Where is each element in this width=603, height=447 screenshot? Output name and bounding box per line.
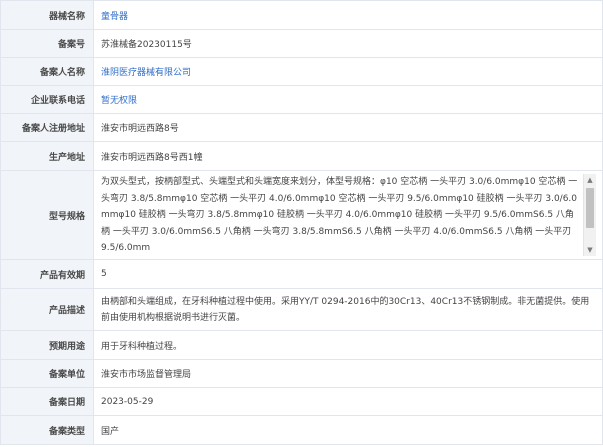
row-label: 型号规格 (0, 170, 94, 260)
row-value-cell: 由柄部和头端组成，在牙科种植过程中使用。采用YY/T 0294-2016中的30… (93, 288, 603, 331)
row-label: 备案人注册地址 (0, 113, 94, 142)
row-value-cell: 淮阴医疗器械有限公司 (93, 57, 603, 86)
row-value-cell: 国产 (93, 415, 603, 445)
row-value-cell: 暂无权限 (93, 85, 603, 114)
device-name-link[interactable]: 童骨器 (101, 9, 128, 22)
production-address-value: 淮安市明远西路8号西1幢 (101, 152, 203, 163)
scrollbar-thumb[interactable] (586, 188, 594, 228)
row-value-cell: 5 (93, 259, 603, 289)
row-value-cell: 淮安市市场监督管理局 (93, 359, 603, 388)
scroll-down-arrow-icon[interactable]: ▼ (584, 244, 596, 256)
row-product-description: 产品描述 由柄部和头端组成，在牙科种植过程中使用。采用YY/T 0294-201… (0, 288, 603, 331)
intended-use-value: 用于牙科种植过程。 (101, 341, 183, 352)
model-spec-text: 为双头型式，按柄部型式、头端型式和头端宽度来划分，体型号规格：φ10 空芯柄 一… (101, 177, 578, 253)
row-label: 产品描述 (0, 288, 94, 331)
row-value-cell: 淮安市明远西路8号 (93, 113, 603, 142)
filer-name-link[interactable]: 淮阴医疗器械有限公司 (101, 65, 191, 78)
row-label: 生产地址 (0, 141, 94, 171)
row-device-name: 器械名称 童骨器 (0, 0, 603, 30)
row-label: 备案单位 (0, 359, 94, 388)
row-label: 备案号 (0, 29, 94, 58)
row-value-cell: 为双头型式，按柄部型式、头端型式和头端宽度来划分，体型号规格：φ10 空芯柄 一… (93, 170, 603, 260)
row-filer-name: 备案人名称 淮阴医疗器械有限公司 (0, 57, 603, 86)
registered-address-value: 淮安市明远西路8号 (101, 124, 179, 134)
row-value-cell: 用于牙科种植过程。 (93, 330, 603, 360)
row-filing-unit: 备案单位 淮安市市场监督管理局 (0, 359, 603, 388)
row-contact-phone: 企业联系电话 暂无权限 (0, 85, 603, 114)
row-intended-use: 预期用途 用于牙科种植过程。 (0, 330, 603, 360)
filing-date-value: 2023-05-29 (101, 396, 154, 407)
filing-unit-value: 淮安市市场监督管理局 (101, 370, 192, 380)
vertical-scrollbar[interactable]: ▲ ▼ (583, 174, 596, 256)
model-spec-scroll-area[interactable]: 为双头型式，按柄部型式、头端型式和头端宽度来划分，体型号规格：φ10 空芯柄 一… (101, 174, 596, 256)
row-filing-number: 备案号 苏淮械备20230115号 (0, 29, 603, 58)
filing-record-table: 器械名称 童骨器 备案号 苏淮械备20230115号 备案人名称 淮阴医疗器械有… (0, 0, 603, 445)
row-label: 预期用途 (0, 330, 94, 360)
row-label: 企业联系电话 (0, 85, 94, 114)
filing-type-value: 国产 (101, 426, 120, 437)
row-value-cell: 2023-05-29 (93, 387, 603, 416)
validity-period-value: 5 (101, 269, 107, 279)
row-value-cell: 苏淮械备20230115号 (93, 29, 603, 58)
row-registered-address: 备案人注册地址 淮安市明远西路8号 (0, 113, 603, 142)
row-label: 产品有效期 (0, 259, 94, 289)
row-label: 备案人名称 (0, 57, 94, 86)
row-value-cell: 淮安市明远西路8号西1幢 (93, 141, 603, 171)
row-value-cell: 童骨器 (93, 0, 603, 30)
row-label: 器械名称 (0, 0, 94, 30)
row-filing-date: 备案日期 2023-05-29 (0, 387, 603, 416)
row-model-spec: 型号规格 为双头型式，按柄部型式、头端型式和头端宽度来划分，体型号规格：φ10 … (0, 170, 603, 260)
row-label: 备案日期 (0, 387, 94, 416)
row-filing-type: 备案类型 国产 (0, 415, 603, 445)
row-production-address: 生产地址 淮安市明远西路8号西1幢 (0, 141, 603, 171)
product-description-value: 由柄部和头端组成，在牙科种植过程中使用。采用YY/T 0294-2016中的30… (101, 296, 590, 323)
row-label: 备案类型 (0, 415, 94, 445)
scroll-up-arrow-icon[interactable]: ▲ (584, 174, 596, 186)
contact-phone-link[interactable]: 暂无权限 (101, 93, 137, 106)
filing-number-value: 苏淮械备20230115号 (101, 40, 192, 50)
row-validity-period: 产品有效期 5 (0, 259, 603, 289)
